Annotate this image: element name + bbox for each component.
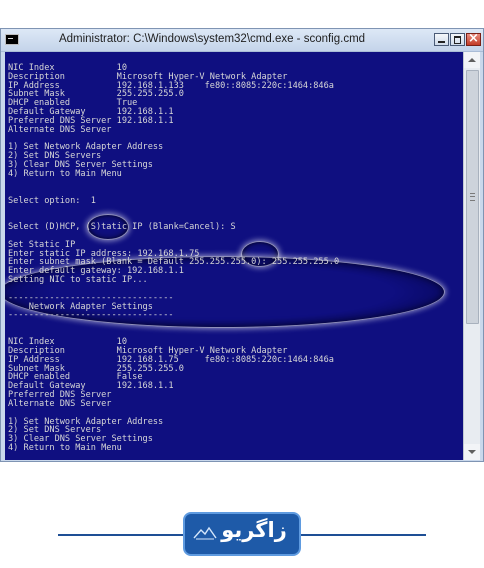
console-line: -------------------------------- xyxy=(8,310,174,321)
console-line: Select (D)HCP, (S)tatic IP (Blank=Cancel… xyxy=(8,222,236,233)
maximize-button[interactable] xyxy=(450,33,465,46)
scroll-thumb[interactable] xyxy=(466,70,479,324)
console-line: Alternate DNS Server xyxy=(8,124,112,135)
console-line: 4) Return to Main Menu xyxy=(8,443,122,454)
console-output[interactable]: NIC Index 10 Description Microsoft Hyper-… xyxy=(5,52,463,460)
close-button[interactable] xyxy=(466,31,481,46)
cmd-window: Administrator: C:\Windows\system32\cmd.e… xyxy=(0,28,484,462)
console-line: Setting NIC to static IP... xyxy=(8,275,148,286)
scroll-down-arrow-icon[interactable] xyxy=(464,444,480,460)
title-bar[interactable]: Administrator: C:\Windows\system32\cmd.e… xyxy=(1,29,483,52)
console-line: 4) Return to Main Menu xyxy=(8,168,122,179)
vertical-scrollbar[interactable] xyxy=(463,52,480,460)
minimize-button[interactable] xyxy=(434,33,449,46)
logo-mountain-icon xyxy=(193,526,217,540)
logo-text: زاگریو xyxy=(221,518,287,542)
console-lines: NIC Index 10 Description Microsoft Hyper-… xyxy=(8,55,463,460)
site-logo: زاگریو xyxy=(183,512,301,556)
window-title: Administrator: C:\Windows\system32\cmd.e… xyxy=(58,33,366,45)
scroll-up-arrow-icon[interactable] xyxy=(464,52,480,68)
console-line: Alternate DNS Server xyxy=(8,398,112,409)
console-line: Select option: 1 xyxy=(8,195,96,206)
